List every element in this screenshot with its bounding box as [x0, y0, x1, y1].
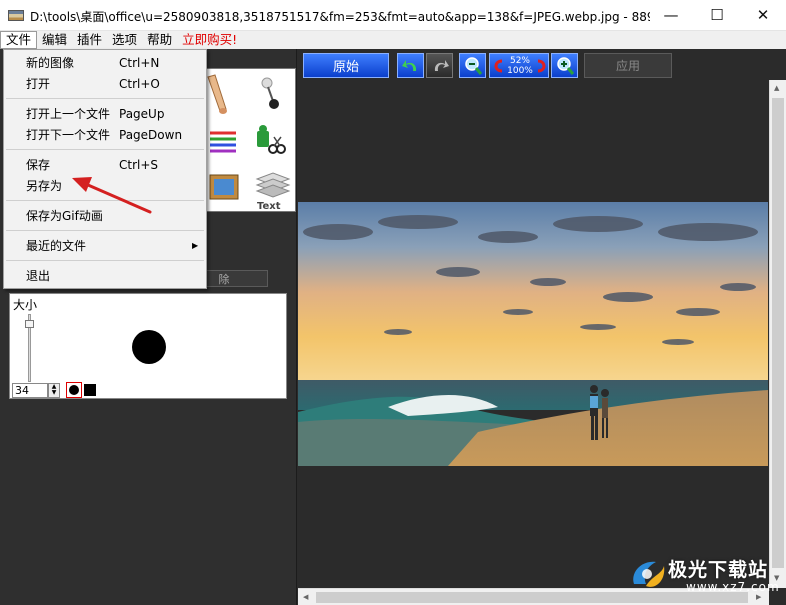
menu-item-label: 另存为 — [26, 179, 63, 193]
color-lines-icon[interactable] — [206, 117, 250, 163]
file-menu-dropdown: 新的图像 Ctrl+N 打开 Ctrl+O 打开上一个文件 PageUp 打开下… — [3, 49, 207, 289]
frame-tool-icon[interactable] — [206, 165, 250, 211]
menu-separator — [6, 98, 204, 99]
vertical-scroll-thumb[interactable] — [772, 98, 784, 568]
zoom-indicator[interactable]: 52% 100% — [489, 53, 549, 78]
menu-item-label: 打开 — [26, 77, 51, 91]
menu-edit[interactable]: 编辑 — [37, 31, 72, 49]
original-button[interactable]: 原始 — [303, 53, 389, 78]
watermark-logo-icon — [633, 561, 665, 587]
apply-button[interactable]: 应用 — [584, 53, 672, 78]
text-layers-icon[interactable]: Text — [251, 165, 295, 212]
brush-settings-panel: 大小 34 ▲ ▼ — [9, 293, 287, 399]
menu-item-shortcut: Ctrl+S — [119, 158, 159, 172]
size-slider-thumb[interactable] — [25, 320, 34, 328]
menu-open-previous[interactable]: 打开上一个文件 PageUp — [4, 104, 206, 124]
brush-tool-icon[interactable] — [206, 71, 250, 117]
menu-buy-now[interactable]: 立即购买! — [177, 31, 242, 49]
scroll-left-icon[interactable]: ◀ — [303, 593, 308, 601]
menu-bar: 文件 编辑 插件 选项 帮助 立即购买! — [0, 31, 786, 49]
scroll-up-icon[interactable]: ▲ — [774, 84, 779, 92]
zoom-actual: 100% — [507, 66, 533, 76]
menu-separator — [6, 230, 204, 231]
menu-item-label: 打开上一个文件 — [26, 107, 111, 121]
menu-separator — [6, 260, 204, 261]
menu-item-shortcut: Ctrl+N — [119, 56, 160, 70]
menu-recent-files[interactable]: 最近的文件 ▶ — [4, 236, 206, 256]
app-icon — [8, 10, 24, 21]
menu-new-image[interactable]: 新的图像 Ctrl+N — [4, 53, 206, 73]
menu-item-label: 保存为Gif动画 — [26, 209, 103, 223]
window-title: D:\tools\桌面\office\u=2580903818,35187515… — [30, 10, 650, 24]
menu-item-label: 新的图像 — [26, 56, 75, 70]
watermark-url: www.xz7.com — [686, 580, 780, 594]
menu-item-shortcut: PageUp — [119, 107, 165, 121]
menu-separator — [6, 200, 204, 201]
zoom-in-icon[interactable] — [551, 53, 578, 78]
menu-file[interactable]: 文件 — [0, 31, 38, 49]
toolbox: Text — [205, 68, 296, 212]
zoom-percent: 52% — [509, 56, 530, 66]
brush-preview — [132, 330, 166, 364]
menu-open[interactable]: 打开 Ctrl+O — [4, 74, 206, 94]
close-button[interactable]: ✕ — [740, 0, 786, 30]
menu-options[interactable]: 选项 — [107, 31, 142, 49]
round-shape-icon — [69, 385, 79, 395]
redo-icon[interactable] — [426, 53, 453, 78]
menu-help[interactable]: 帮助 — [142, 31, 177, 49]
undo-icon[interactable] — [397, 53, 424, 78]
maximize-button[interactable]: ☐ — [694, 0, 740, 30]
menu-item-label: 最近的文件 — [26, 239, 87, 253]
watermark-brand: 极光下载站 — [668, 559, 769, 581]
menu-save-gif[interactable]: 保存为Gif动画 — [4, 206, 206, 226]
title-bar: D:\tools\桌面\office\u=2580903818,35187515… — [0, 0, 786, 31]
menu-item-label: 打开下一个文件 — [26, 128, 111, 142]
menu-item-shortcut: Ctrl+O — [119, 77, 160, 91]
square-brush-button[interactable] — [84, 384, 96, 396]
round-brush-button[interactable] — [66, 382, 82, 398]
pin-tool-icon[interactable] — [251, 71, 295, 117]
minimize-button[interactable]: — — [648, 0, 694, 30]
size-label: 大小 — [13, 298, 38, 312]
menu-exit[interactable]: 退出 — [4, 266, 206, 286]
menu-save-as[interactable]: 另存为 — [4, 176, 206, 196]
size-spinner[interactable]: ▲ ▼ — [48, 383, 60, 398]
menu-item-shortcut: PageDown — [119, 128, 183, 142]
size-input[interactable]: 34 — [12, 383, 48, 398]
zoom-out-icon[interactable] — [459, 53, 486, 78]
menu-item-label: 退出 — [26, 269, 51, 283]
menu-open-next[interactable]: 打开下一个文件 PageDown — [4, 125, 206, 145]
menu-plugins[interactable]: 插件 — [72, 31, 107, 49]
beach-photo — [298, 202, 768, 466]
svg-text:Text: Text — [257, 201, 281, 211]
menu-save[interactable]: 保存 Ctrl+S — [4, 155, 206, 175]
menu-separator — [6, 149, 204, 150]
menu-item-label: 保存 — [26, 158, 51, 172]
watermark: 极光下载站 www.xz7.com — [628, 552, 780, 596]
vertical-scrollbar[interactable]: ▲ ▼ — [769, 80, 786, 588]
submenu-arrow-icon: ▶ — [192, 241, 199, 250]
clone-tool-icon[interactable] — [251, 117, 295, 163]
